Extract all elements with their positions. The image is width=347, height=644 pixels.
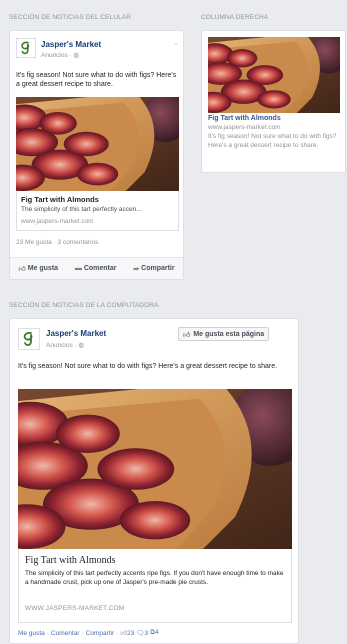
like-link[interactable]: Me gusta (18, 630, 45, 637)
share-arrow-icon: ➦ (133, 265, 140, 273)
chevron-down-icon[interactable]: ⌄ (173, 39, 179, 47)
post-image[interactable] (18, 389, 292, 549)
post-image[interactable] (16, 97, 179, 191)
mobile-action-bar: 👍︎ Me gusta ▬ Comentar ➦ Compartir (10, 257, 183, 279)
page-avatar[interactable] (18, 328, 40, 350)
link-title[interactable]: Fig Tart with Almonds (25, 555, 116, 566)
thumbs-up-icon: 👍︎ (183, 331, 191, 339)
right-ad-title[interactable]: Fig Tart with Almonds (208, 115, 281, 122)
mobile-post-card: Jasper's Market Anuncios · ◍ ⌄ It's fig … (9, 30, 184, 280)
link-preview[interactable]: Fig Tart with Almonds The simplicity of … (18, 549, 292, 623)
page-avatar[interactable] (16, 38, 36, 58)
link-preview[interactable]: Fig Tart with Almonds The simplicity of … (16, 191, 179, 231)
page-logo-icon (19, 329, 39, 349)
thumbs-up-icon: 👍︎ (18, 266, 26, 273)
sponsored-label: Anuncios · ◍ (46, 342, 85, 349)
fig-tart-image (16, 97, 179, 191)
link-description: The simplicity of this tart perfectly ac… (25, 570, 284, 586)
page-name[interactable]: Jasper's Market (46, 329, 106, 338)
sponsored-label: Anuncios · ◍ (41, 52, 80, 59)
comment-link[interactable]: Comentar (51, 630, 80, 637)
fig-tart-image (208, 37, 340, 113)
globe-icon: ◍ (78, 342, 85, 349)
page-name[interactable]: Jasper's Market (41, 40, 101, 49)
link-description: The simplicity of this tart perfectly ac… (21, 206, 142, 213)
share-button[interactable]: ➦ Compartir (133, 265, 174, 273)
desktop-action-row: Me gusta · Comentar · Compartir · 👍︎23 🗨… (18, 629, 159, 637)
speech-bubble-icon: ▬ (74, 265, 82, 272)
right-column-label: COLUMNA DERECHA (201, 14, 269, 21)
comment-button[interactable]: ▬ Comentar (75, 265, 117, 272)
right-column-ad: Fig Tart with Almonds www.jaspers-market… (201, 30, 346, 173)
speech-bubble-icon: 🗨︎ (136, 630, 145, 637)
share-link[interactable]: Compartir (86, 630, 115, 637)
right-ad-image[interactable] (208, 37, 340, 113)
fig-tart-image (18, 389, 292, 549)
desktop-section-label: SECCIÓN DE NOTICIAS DE LA COMPUTADORA (9, 302, 159, 309)
mobile-section-label: SECCIÓN DE NOTICIAS DEL CELULAR (9, 14, 132, 21)
globe-icon: ◍ (73, 52, 80, 59)
post-text: It's fig season! Not sure what to do wit… (18, 363, 278, 370)
reaction-counts[interactable]: 23 Me gusta · 3 comentarios (16, 239, 98, 246)
desktop-post-card: Jasper's Market Anuncios · ◍ 👍︎ Me gusta… (9, 318, 299, 644)
right-ad-domain: www.jaspers-market.com (208, 124, 281, 131)
post-text: It's fig season! Not sure what to do wit… (16, 72, 177, 88)
shares-count[interactable]: ⧉4 (150, 629, 158, 637)
link-title[interactable]: Fig Tart with Almonds (21, 195, 99, 204)
page-logo-icon (17, 39, 35, 57)
comments-count[interactable]: 🗨︎3 (136, 629, 148, 637)
like-button[interactable]: 👍︎ Me gusta (18, 264, 58, 273)
link-domain: WWW.JASPERS-MARKET.COM (25, 605, 125, 612)
link-domain: www.jaspers-market.com (21, 218, 94, 225)
right-ad-text: It's fig season! Not sure what to do wit… (208, 133, 337, 149)
like-page-button[interactable]: 👍︎ Me gusta esta página (178, 327, 270, 341)
likes-count[interactable]: 👍︎23 (120, 629, 134, 637)
